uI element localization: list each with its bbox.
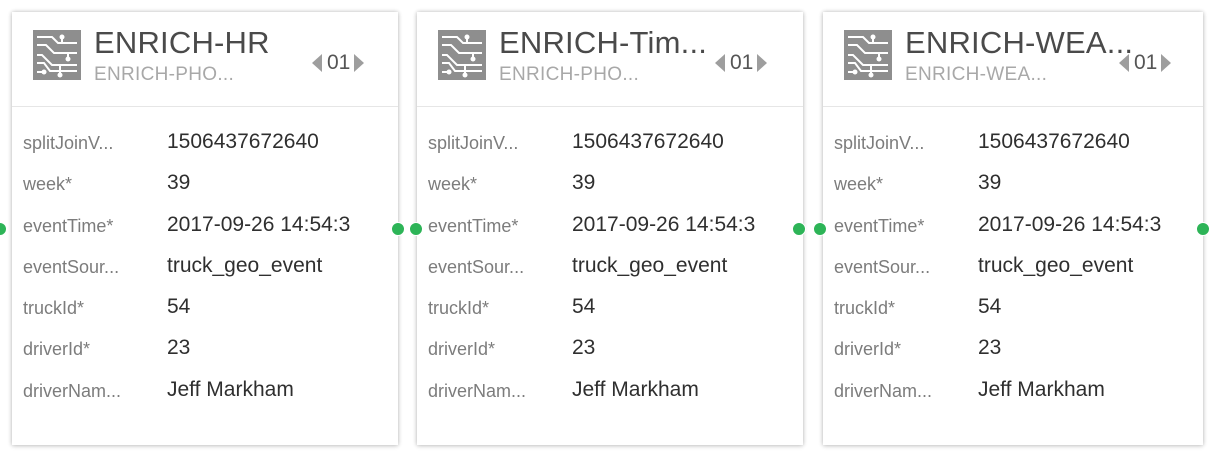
field-row: driverId* 23 bbox=[823, 330, 1203, 371]
field-name: eventSour... bbox=[428, 256, 525, 277]
field-value: 1506437672640 bbox=[572, 130, 724, 153]
output-port[interactable] bbox=[391, 222, 405, 236]
field-list: splitJoinV... 1506437672640 week* 39 eve… bbox=[12, 124, 398, 413]
field-name: eventSour... bbox=[834, 256, 931, 277]
previous-page-icon[interactable] bbox=[312, 54, 322, 72]
field-row: driverNam... Jeff Markham bbox=[12, 372, 398, 413]
node-panel-enrich-weather[interactable]: ENRICH-WEA... ENRICH-WEA... 01 splitJoin… bbox=[823, 12, 1203, 445]
field-value: 2017-09-26 14:54:3 bbox=[978, 212, 1162, 236]
field-name: driverNam... bbox=[23, 380, 122, 401]
previous-page-icon[interactable] bbox=[1119, 54, 1129, 72]
field-name: week* bbox=[834, 174, 884, 195]
next-page-icon[interactable] bbox=[1161, 54, 1172, 72]
node-header[interactable]: ENRICH-Tim... ENRICH-PHO... 01 bbox=[417, 12, 803, 107]
field-name: eventTime* bbox=[23, 215, 114, 236]
field-row: splitJoinV... 1506437672640 bbox=[12, 124, 398, 165]
field-value: 54 bbox=[572, 295, 596, 319]
field-list: splitJoinV... 1506437672640 week* 39 eve… bbox=[417, 124, 803, 413]
field-value: 54 bbox=[978, 295, 1002, 319]
field-name: splitJoinV... bbox=[428, 133, 519, 153]
node-panel-enrich-hr[interactable]: ENRICH-HR ENRICH-PHO... 01 splitJoinV...… bbox=[12, 12, 398, 445]
field-value: truck_geo_event bbox=[572, 253, 728, 277]
field-value: 39 bbox=[978, 171, 1002, 195]
circuit-board-icon bbox=[437, 29, 487, 81]
field-value: 54 bbox=[167, 295, 191, 319]
field-value: 39 bbox=[572, 171, 596, 195]
field-value: truck_geo_event bbox=[978, 253, 1134, 277]
node-subtitle: ENRICH-PHO... bbox=[94, 64, 235, 85]
node-subtitle: ENRICH-PHO... bbox=[499, 64, 640, 85]
field-name: week* bbox=[428, 174, 478, 195]
field-row: eventSour... truck_geo_event bbox=[823, 248, 1203, 289]
node-panel-enrich-time[interactable]: ENRICH-Tim... ENRICH-PHO... 01 splitJoin… bbox=[417, 12, 803, 445]
field-value: Jeff Markham bbox=[167, 377, 294, 401]
input-port[interactable] bbox=[0, 222, 7, 236]
field-value: 1506437672640 bbox=[167, 130, 319, 153]
pager: 01 bbox=[715, 50, 768, 76]
field-value: Jeff Markham bbox=[572, 377, 699, 401]
field-value: 23 bbox=[572, 336, 596, 360]
field-row: eventTime* 2017-09-26 14:54:3 bbox=[12, 207, 398, 248]
field-value: 2017-09-26 14:54:3 bbox=[572, 212, 756, 236]
field-value: 23 bbox=[167, 336, 191, 360]
field-name: driverId* bbox=[23, 339, 91, 360]
field-row: truckId* 54 bbox=[417, 289, 803, 330]
field-value: 23 bbox=[978, 336, 1002, 360]
previous-page-icon[interactable] bbox=[715, 54, 725, 72]
page-number: 01 bbox=[327, 51, 351, 74]
output-port[interactable] bbox=[792, 222, 806, 236]
field-name: driverId* bbox=[428, 339, 496, 360]
node-title: ENRICH-Tim... bbox=[499, 25, 708, 60]
field-row: eventSour... truck_geo_event bbox=[12, 248, 398, 289]
field-row: driverId* 23 bbox=[12, 330, 398, 371]
field-row: splitJoinV... 1506437672640 bbox=[823, 124, 1203, 165]
field-name: driverNam... bbox=[428, 380, 527, 401]
node-subtitle: ENRICH-WEA... bbox=[905, 64, 1048, 85]
field-name: eventTime* bbox=[834, 215, 925, 236]
field-row: week* 39 bbox=[12, 165, 398, 206]
field-name: splitJoinV... bbox=[834, 133, 925, 153]
input-port[interactable] bbox=[813, 222, 827, 236]
field-name: driverId* bbox=[834, 339, 902, 360]
field-list: splitJoinV... 1506437672640 week* 39 eve… bbox=[823, 124, 1203, 413]
field-row: driverId* 23 bbox=[417, 330, 803, 371]
field-name: splitJoinV... bbox=[23, 133, 114, 153]
field-name: eventTime* bbox=[428, 215, 519, 236]
next-page-icon[interactable] bbox=[354, 54, 365, 72]
field-name: truckId* bbox=[834, 298, 896, 319]
field-row: eventTime* 2017-09-26 14:54:3 bbox=[417, 207, 803, 248]
field-row: splitJoinV... 1506437672640 bbox=[417, 124, 803, 165]
page-number: 01 bbox=[1134, 51, 1158, 74]
field-value: truck_geo_event bbox=[167, 253, 323, 277]
next-page-icon[interactable] bbox=[757, 54, 768, 72]
field-value: 39 bbox=[167, 171, 191, 195]
node-title: ENRICH-WEA... bbox=[905, 25, 1134, 60]
field-row: eventTime* 2017-09-26 14:54:3 bbox=[823, 207, 1203, 248]
field-row: truckId* 54 bbox=[823, 289, 1203, 330]
field-name: driverNam... bbox=[834, 380, 933, 401]
circuit-board-icon bbox=[32, 29, 82, 81]
output-port[interactable] bbox=[1196, 222, 1209, 236]
node-header[interactable]: ENRICH-HR ENRICH-PHO... 01 bbox=[12, 12, 398, 107]
field-value: 1506437672640 bbox=[978, 130, 1130, 153]
field-row: driverNam... Jeff Markham bbox=[823, 372, 1203, 413]
field-value: 2017-09-26 14:54:3 bbox=[167, 212, 351, 236]
node-title: ENRICH-HR bbox=[94, 25, 270, 60]
field-row: week* 39 bbox=[823, 165, 1203, 206]
field-name: eventSour... bbox=[23, 256, 120, 277]
field-row: truckId* 54 bbox=[12, 289, 398, 330]
field-row: week* 39 bbox=[417, 165, 803, 206]
pager: 01 bbox=[312, 50, 365, 76]
input-port[interactable] bbox=[409, 222, 423, 236]
field-row: driverNam... Jeff Markham bbox=[417, 372, 803, 413]
field-name: truckId* bbox=[23, 298, 85, 319]
node-header[interactable]: ENRICH-WEA... ENRICH-WEA... 01 bbox=[823, 12, 1203, 107]
field-name: truckId* bbox=[428, 298, 490, 319]
field-row: eventSour... truck_geo_event bbox=[417, 248, 803, 289]
pager: 01 bbox=[1119, 50, 1172, 76]
field-value: Jeff Markham bbox=[978, 377, 1105, 401]
circuit-board-icon bbox=[843, 29, 893, 81]
page-number: 01 bbox=[730, 51, 754, 74]
field-name: week* bbox=[23, 174, 73, 195]
